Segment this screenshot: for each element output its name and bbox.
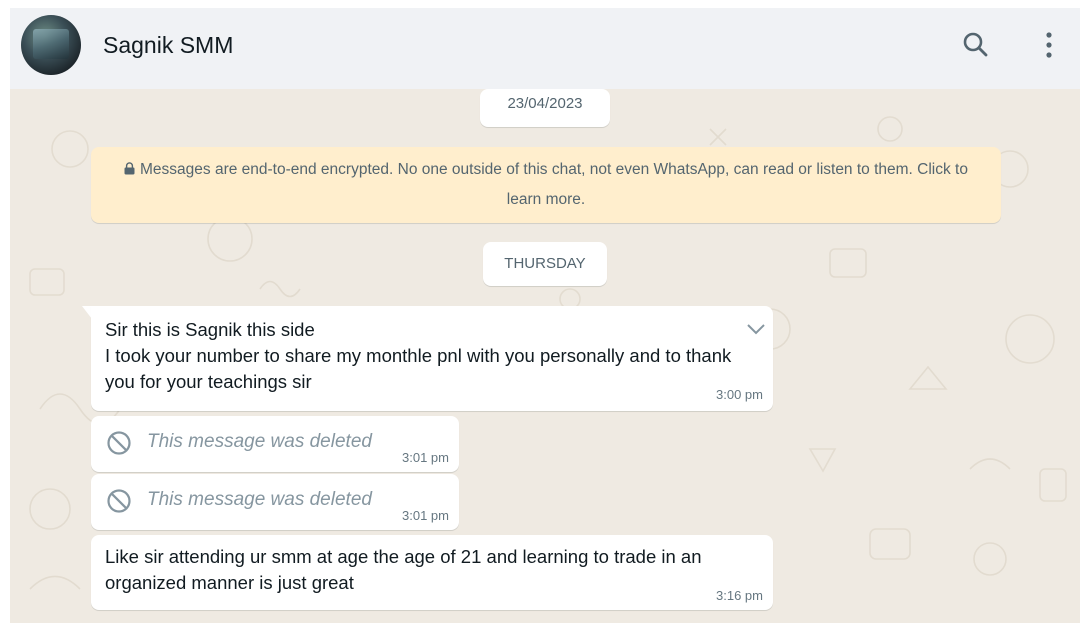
date-label: 23/04/2023 xyxy=(480,89,610,127)
message-text: Sir this is Sagnik this side I took your… xyxy=(105,319,732,392)
message-time: 3:01 pm xyxy=(402,508,449,523)
encryption-notice-text: Messages are end-to-end encrypted. No on… xyxy=(140,161,968,208)
message-text: This message was deleted xyxy=(147,431,372,452)
message-list[interactable]: 23/04/2023 Messages are end-to-end encry… xyxy=(10,89,1080,623)
deleted-icon xyxy=(107,489,131,513)
avatar-image xyxy=(33,29,69,59)
deleted-icon xyxy=(107,431,131,455)
chat-header: Sagnik SMM xyxy=(10,8,1080,89)
message-bubble-deleted[interactable]: This message was deleted 3:01 pm xyxy=(91,416,459,472)
search-button[interactable] xyxy=(960,29,992,61)
message-text: Like sir attending ur smm at age the age… xyxy=(105,546,702,593)
date-label: THURSDAY xyxy=(483,242,607,286)
contact-name[interactable]: Sagnik SMM xyxy=(103,30,233,60)
message-bubble[interactable]: Sir this is Sagnik this side I took your… xyxy=(91,306,773,411)
chevron-down-icon[interactable] xyxy=(746,323,766,335)
encryption-notice[interactable]: Messages are end-to-end encrypted. No on… xyxy=(91,147,1001,223)
avatar[interactable] xyxy=(21,15,81,75)
message-time: 3:16 pm xyxy=(716,588,763,603)
whatsapp-chat-window: Sagnik SMM 23/04/2023 Messages are end-t… xyxy=(10,8,1080,623)
message-time: 3:01 pm xyxy=(402,450,449,465)
message-text: This message was deleted xyxy=(147,489,372,510)
search-icon xyxy=(963,32,988,57)
lock-icon xyxy=(124,162,135,175)
menu-button[interactable] xyxy=(1033,29,1065,61)
message-time: 3:00 pm xyxy=(716,387,763,402)
message-bubble[interactable]: Like sir attending ur smm at age the age… xyxy=(91,535,773,610)
menu-icon xyxy=(1046,32,1052,58)
message-bubble-deleted[interactable]: This message was deleted 3:01 pm xyxy=(91,474,459,530)
